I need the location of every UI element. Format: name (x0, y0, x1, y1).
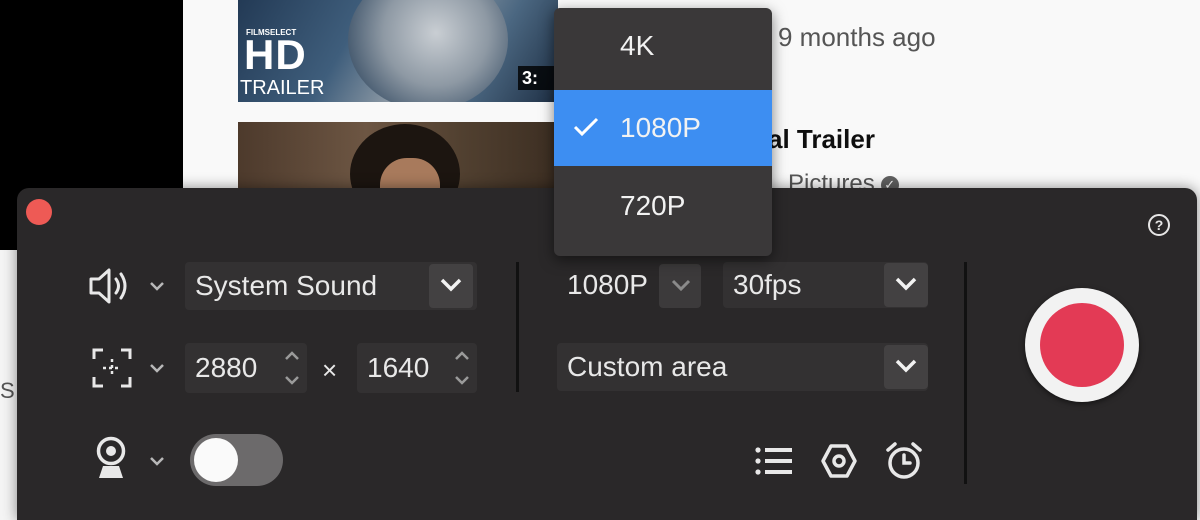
section-divider (516, 262, 519, 392)
audio-source-value: System Sound (195, 270, 378, 301)
fps-select[interactable]: 30fps (723, 262, 928, 308)
page-text-fragment: S (0, 378, 15, 403)
height-field[interactable]: 1640 (357, 343, 477, 393)
audio-source-dropdown-button[interactable] (429, 264, 473, 308)
video-title[interactable]: al Trailer (768, 124, 875, 155)
alarm-clock-icon[interactable] (884, 441, 924, 481)
record-button[interactable] (1025, 288, 1139, 402)
chevron-down-icon (671, 279, 691, 292)
video-duration: 3: (518, 66, 558, 90)
speaker-icon[interactable] (88, 266, 134, 306)
resolution-value: 1080P (567, 269, 648, 300)
audio-options-chevron-icon[interactable] (149, 281, 165, 291)
area-mode-select[interactable]: Custom area (557, 343, 928, 391)
resolution-option-1080p[interactable]: 1080P (554, 90, 772, 166)
area-mode-value: Custom area (567, 351, 728, 382)
list-icon[interactable] (754, 444, 794, 478)
height-value: 1640 (367, 352, 430, 383)
audio-source-select[interactable]: System Sound (185, 262, 477, 310)
settings-hexagon-icon[interactable] (821, 443, 857, 479)
option-label: 720P (620, 190, 686, 221)
thumbnail-trailer-text: TRAILER (240, 77, 325, 99)
area-mode-dropdown-button[interactable] (884, 345, 928, 389)
fps-dropdown-button[interactable] (884, 263, 928, 307)
fps-value: 30fps (733, 269, 802, 300)
option-label: 4K (620, 30, 655, 61)
chevron-down-icon (895, 359, 917, 373)
resolution-option-4k[interactable]: 4K (554, 8, 772, 84)
dimension-separator: × (322, 355, 338, 385)
checkmark-icon (573, 117, 599, 137)
resolution-option-720p[interactable]: 720P (554, 168, 772, 244)
chevron-down-icon (440, 278, 462, 292)
toggle-knob (194, 438, 238, 482)
height-stepper-icon[interactable] (453, 349, 471, 387)
width-field[interactable]: 2880 (185, 343, 307, 393)
resolution-dropdown-button[interactable] (659, 264, 701, 308)
help-icon[interactable]: ? (1148, 214, 1170, 236)
video-age: 9 months ago (778, 22, 936, 52)
webcam-options-chevron-icon[interactable] (149, 456, 165, 466)
webcam-toggle[interactable] (190, 434, 283, 486)
thumbnail-image (348, 0, 508, 102)
width-value: 2880 (195, 352, 258, 383)
video-thumbnail-2[interactable] (238, 122, 558, 192)
resolution-menu: 4K 1080P 720P (554, 8, 772, 256)
area-options-chevron-icon[interactable] (149, 363, 165, 373)
section-divider (964, 262, 967, 484)
webcam-icon[interactable] (94, 436, 128, 482)
area-select-icon[interactable] (92, 348, 132, 388)
width-stepper-icon[interactable] (283, 349, 301, 387)
thumbnail-hd-text: HD (244, 31, 307, 78)
close-button[interactable] (26, 199, 52, 225)
chevron-down-icon (895, 277, 917, 291)
record-dot (1040, 303, 1124, 387)
option-label: 1080P (620, 112, 701, 143)
video-thumbnail-1[interactable]: FILMSELECT HD TRAILER 3: (238, 0, 558, 102)
resolution-select[interactable]: 1080P (557, 262, 701, 308)
